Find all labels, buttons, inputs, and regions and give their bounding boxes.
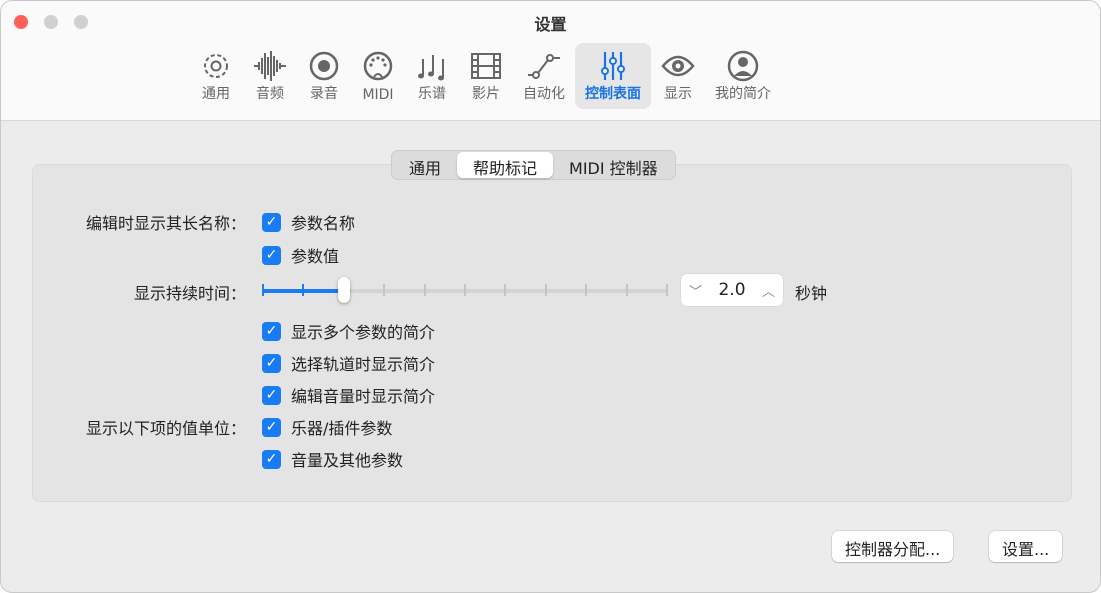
tab-label: MIDI — [362, 87, 393, 103]
edit-volume-checkbox[interactable]: ✓ 编辑音量时显示简介 — [262, 383, 435, 407]
param-name-checkbox[interactable]: ✓ 参数名称 — [262, 210, 355, 234]
duration-value[interactable]: 2.0 — [718, 280, 745, 300]
film-icon — [469, 49, 503, 83]
multi-params-checkbox[interactable]: ✓ 显示多个参数的简介 — [262, 319, 435, 343]
person-icon — [726, 49, 760, 83]
controller-assignments-button[interactable]: 控制器分配... — [832, 531, 953, 562]
duration-label: 显示持续时间： — [46, 280, 246, 304]
checkmark-icon: ✓ — [262, 386, 281, 405]
units-label: 显示以下项的值单位： — [46, 415, 246, 439]
tab-help-tags[interactable]: 帮助标记 — [457, 152, 553, 178]
slider-tick — [504, 284, 506, 296]
instrument-params-checkbox[interactable]: ✓ 乐器/插件参数 — [262, 415, 392, 439]
eye-icon — [661, 49, 695, 83]
slider-tick — [383, 284, 385, 296]
long-names-label: 编辑时显示其长名称： — [46, 210, 246, 234]
segmented-tabs: 通用 帮助标记 MIDI 控制器 — [391, 150, 676, 180]
tab-my-info[interactable]: 我的简介 — [705, 43, 781, 109]
slider-tick — [545, 284, 547, 296]
tab-label: 自动化 — [523, 83, 565, 103]
checkmark-icon: ✓ — [262, 246, 281, 265]
chevron-down-icon[interactable]: ﹀ — [689, 281, 702, 300]
volume-params-checkbox[interactable]: ✓ 音量及其他参数 — [262, 447, 403, 471]
tab-audio[interactable]: 音频 — [243, 43, 297, 109]
tab-score[interactable]: 乐谱 — [405, 43, 459, 109]
slider-tick — [666, 284, 668, 296]
settings-toolbar: 通用 音频 录音 MIDI 乐谱 影片 自动化 控制表面 显示 我的简介 — [189, 43, 781, 109]
tab-display[interactable]: 显示 — [651, 43, 705, 109]
tab-recording[interactable]: 录音 — [297, 43, 351, 109]
window-title: 设置 — [1, 11, 1100, 35]
tab-movie[interactable]: 影片 — [459, 43, 513, 109]
midi-icon — [361, 49, 395, 83]
duration-unit: 秒钟 — [795, 280, 827, 304]
waveform-icon — [253, 49, 287, 83]
setup-button[interactable]: 设置... — [989, 531, 1062, 562]
slider-fill — [263, 289, 344, 293]
duration-stepper[interactable]: ﹀ 2.0 ︿ — [681, 274, 783, 306]
gear-icon — [199, 49, 233, 83]
checkmark-icon: ✓ — [262, 450, 281, 469]
duration-slider[interactable] — [263, 289, 667, 293]
tab-label: 影片 — [472, 83, 500, 103]
checkbox-label: 参数名称 — [291, 210, 355, 234]
select-track-checkbox[interactable]: ✓ 选择轨道时显示简介 — [262, 351, 435, 375]
slider-tick — [626, 284, 628, 296]
record-icon — [307, 49, 341, 83]
tab-automation[interactable]: 自动化 — [513, 43, 575, 109]
checkbox-label: 参数值 — [291, 243, 339, 267]
notes-icon — [415, 49, 449, 83]
slider-tick — [464, 284, 466, 296]
checkbox-label: 音量及其他参数 — [291, 447, 403, 471]
checkmark-icon: ✓ — [262, 418, 281, 437]
automation-icon — [527, 49, 561, 83]
tab-label: 音频 — [256, 83, 284, 103]
slider-tick — [585, 284, 587, 296]
settings-window: 设置 通用 音频 录音 MIDI 乐谱 影片 自动化 控制表面 显示 我的简介 … — [0, 0, 1101, 593]
slider-tick — [424, 284, 426, 296]
chevron-up-icon[interactable]: ︿ — [762, 281, 775, 300]
checkbox-label: 选择轨道时显示简介 — [291, 351, 435, 375]
checkmark-icon: ✓ — [262, 354, 281, 373]
checkbox-label: 显示多个参数的简介 — [291, 319, 435, 343]
checkmark-icon: ✓ — [262, 322, 281, 341]
tab-general[interactable]: 通用 — [189, 43, 243, 109]
tab-general-sub[interactable]: 通用 — [393, 152, 457, 178]
tab-label: 乐谱 — [418, 83, 446, 103]
tab-label: 录音 — [310, 83, 338, 103]
param-value-checkbox[interactable]: ✓ 参数值 — [262, 243, 339, 267]
tab-label: 我的简介 — [715, 83, 771, 103]
slider-thumb[interactable] — [338, 277, 350, 303]
title-bar: 设置 通用 音频 录音 MIDI 乐谱 影片 自动化 控制表面 显示 我的简介 — [1, 1, 1100, 121]
tab-midi[interactable]: MIDI — [351, 43, 405, 109]
checkbox-label: 编辑音量时显示简介 — [291, 383, 435, 407]
tab-label: 通用 — [202, 83, 230, 103]
checkbox-label: 乐器/插件参数 — [291, 415, 392, 439]
sliders-icon — [596, 49, 630, 83]
checkmark-icon: ✓ — [262, 213, 281, 232]
tab-label: 显示 — [664, 83, 692, 103]
tab-control-surfaces[interactable]: 控制表面 — [575, 43, 651, 109]
tab-midi-controllers[interactable]: MIDI 控制器 — [553, 152, 674, 178]
tab-label: 控制表面 — [585, 83, 641, 103]
